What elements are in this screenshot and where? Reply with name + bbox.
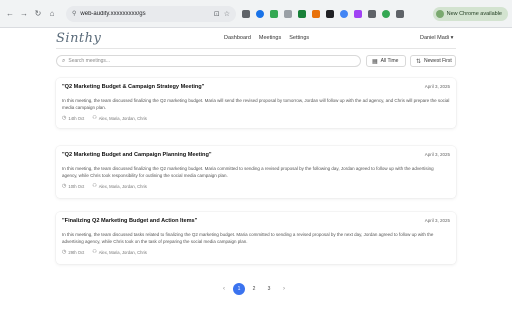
reload-icon[interactable]: ↻ [32,8,44,20]
back-icon[interactable]: ← [4,8,16,20]
search-input[interactable] [68,58,349,64]
meeting-duration: 10th Oct [68,183,85,189]
browser-update-label: New Chrome available [446,11,502,17]
time-filter-label: All Time [380,58,399,64]
participants-icon: ⚇ [92,249,97,255]
extensions-bar [242,9,410,18]
extension-icon[interactable] [242,9,250,18]
participants-icon: ⚇ [92,115,97,121]
extension-icon[interactable] [326,9,334,18]
meeting-title: "Q2 Marketing Budget & Campaign Strategy… [62,84,205,90]
meeting-participants: Alex, Maria, Jordan, Chris [98,183,147,189]
time-filter-button[interactable]: ▦ All Time [366,55,406,67]
chevron-down-icon: ▾ [450,35,454,41]
meeting-participants: Alex, Maria, Jordan, Chris [98,115,147,121]
next-page-button[interactable]: › [278,283,290,295]
meeting-summary: In this meeting, the team discussed fina… [62,98,450,110]
sort-label: Newest First [424,58,452,64]
top-nav: Dashboard Meetings Settings [224,35,317,41]
extension-icon[interactable] [298,9,306,18]
page-button-1[interactable]: 1 [233,283,245,295]
nav-dashboard[interactable]: Dashboard [224,35,251,41]
meeting-summary: In this meeting, the team discussed fina… [62,166,434,178]
user-menu[interactable]: Daniel Madi ▾ [420,35,453,41]
nav-settings[interactable]: Settings [289,35,309,41]
meeting-date: April 3, 2025 [424,84,450,89]
browser-toolbar: ← → ↻ ⌂ ⚲ web-audity.xxxxxxxxx/gs ⊡ ☆ Ne… [0,0,512,28]
meeting-meta: ◷ 10th Oct ⚇ Alex, Maria, Jordan, Chris [62,183,450,189]
extension-icon[interactable] [284,9,292,18]
home-icon[interactable]: ⌂ [46,8,58,20]
meeting-meta: ◷ 14th Oct ⚇ Alex, Maria, Jordan, Chris [62,115,450,121]
url-text: web-audity.xxxxxxxxx/gs [80,10,146,17]
meeting-title: "Q2 Marketing Budget and Campaign Planni… [62,152,212,158]
extension-icon[interactable] [270,9,278,18]
meeting-card[interactable]: "Finalizing Q2 Marketing Budget and Acti… [56,212,456,264]
user-name: Daniel Madi [420,35,450,41]
translate-icon[interactable]: ⊡ [214,10,220,18]
app-logo[interactable]: Sinthy [56,31,101,46]
meeting-card[interactable]: "Q2 Marketing Budget & Campaign Strategy… [56,78,456,128]
meeting-card[interactable]: "Q2 Marketing Budget and Campaign Planni… [56,146,456,198]
calendar-icon: ▦ [372,58,378,65]
extension-icon[interactable] [312,9,320,18]
meeting-date: April 3, 2025 [424,218,450,223]
forward-icon[interactable]: → [18,8,30,20]
extension-icon[interactable] [256,9,264,18]
extensions-puzzle-icon[interactable] [396,9,404,18]
nav-meetings[interactable]: Meetings [259,35,281,41]
bookmark-star-icon[interactable]: ☆ [224,10,230,18]
meeting-duration: 14th Oct [68,115,85,121]
extension-icon[interactable] [382,9,390,18]
page-button-3[interactable]: 3 [263,283,275,295]
clock-icon: ◷ [62,183,67,189]
profile-avatar-icon [435,10,444,18]
sort-button[interactable]: ⇅ Newest First [410,55,456,67]
meeting-meta: ◷ 29th Oct ⚇ Alex, Maria, Jordan, Chris [62,249,450,255]
meeting-title: "Finalizing Q2 Marketing Budget and Acti… [62,218,198,224]
search-icon: ⌕ [62,57,66,64]
meeting-date: April 3, 2025 [424,152,450,157]
clock-icon: ◷ [62,249,67,255]
header-divider [56,48,456,49]
prev-page-button[interactable]: ‹ [218,283,230,295]
extension-icon[interactable] [340,9,348,18]
browser-update-chip[interactable]: New Chrome available [432,7,508,21]
page-button-2[interactable]: 2 [248,283,260,295]
pagination: ‹ 1 2 3 › [218,283,293,295]
site-info-icon[interactable]: ⚲ [72,10,76,17]
clock-icon: ◷ [62,115,67,121]
meeting-participants: Alex, Maria, Jordan, Chris [98,249,147,255]
extension-icon[interactable] [354,9,362,18]
address-bar[interactable]: ⚲ web-audity.xxxxxxxxx/gs ⊡ ☆ [66,5,236,22]
participants-icon: ⚇ [92,183,97,189]
meeting-duration: 29th Oct [68,249,85,255]
search-box[interactable]: ⌕ [56,55,361,67]
sort-icon: ⇅ [416,58,422,65]
meeting-summary: In this meeting, the team discussed task… [62,232,434,244]
extension-icon[interactable] [368,9,376,18]
